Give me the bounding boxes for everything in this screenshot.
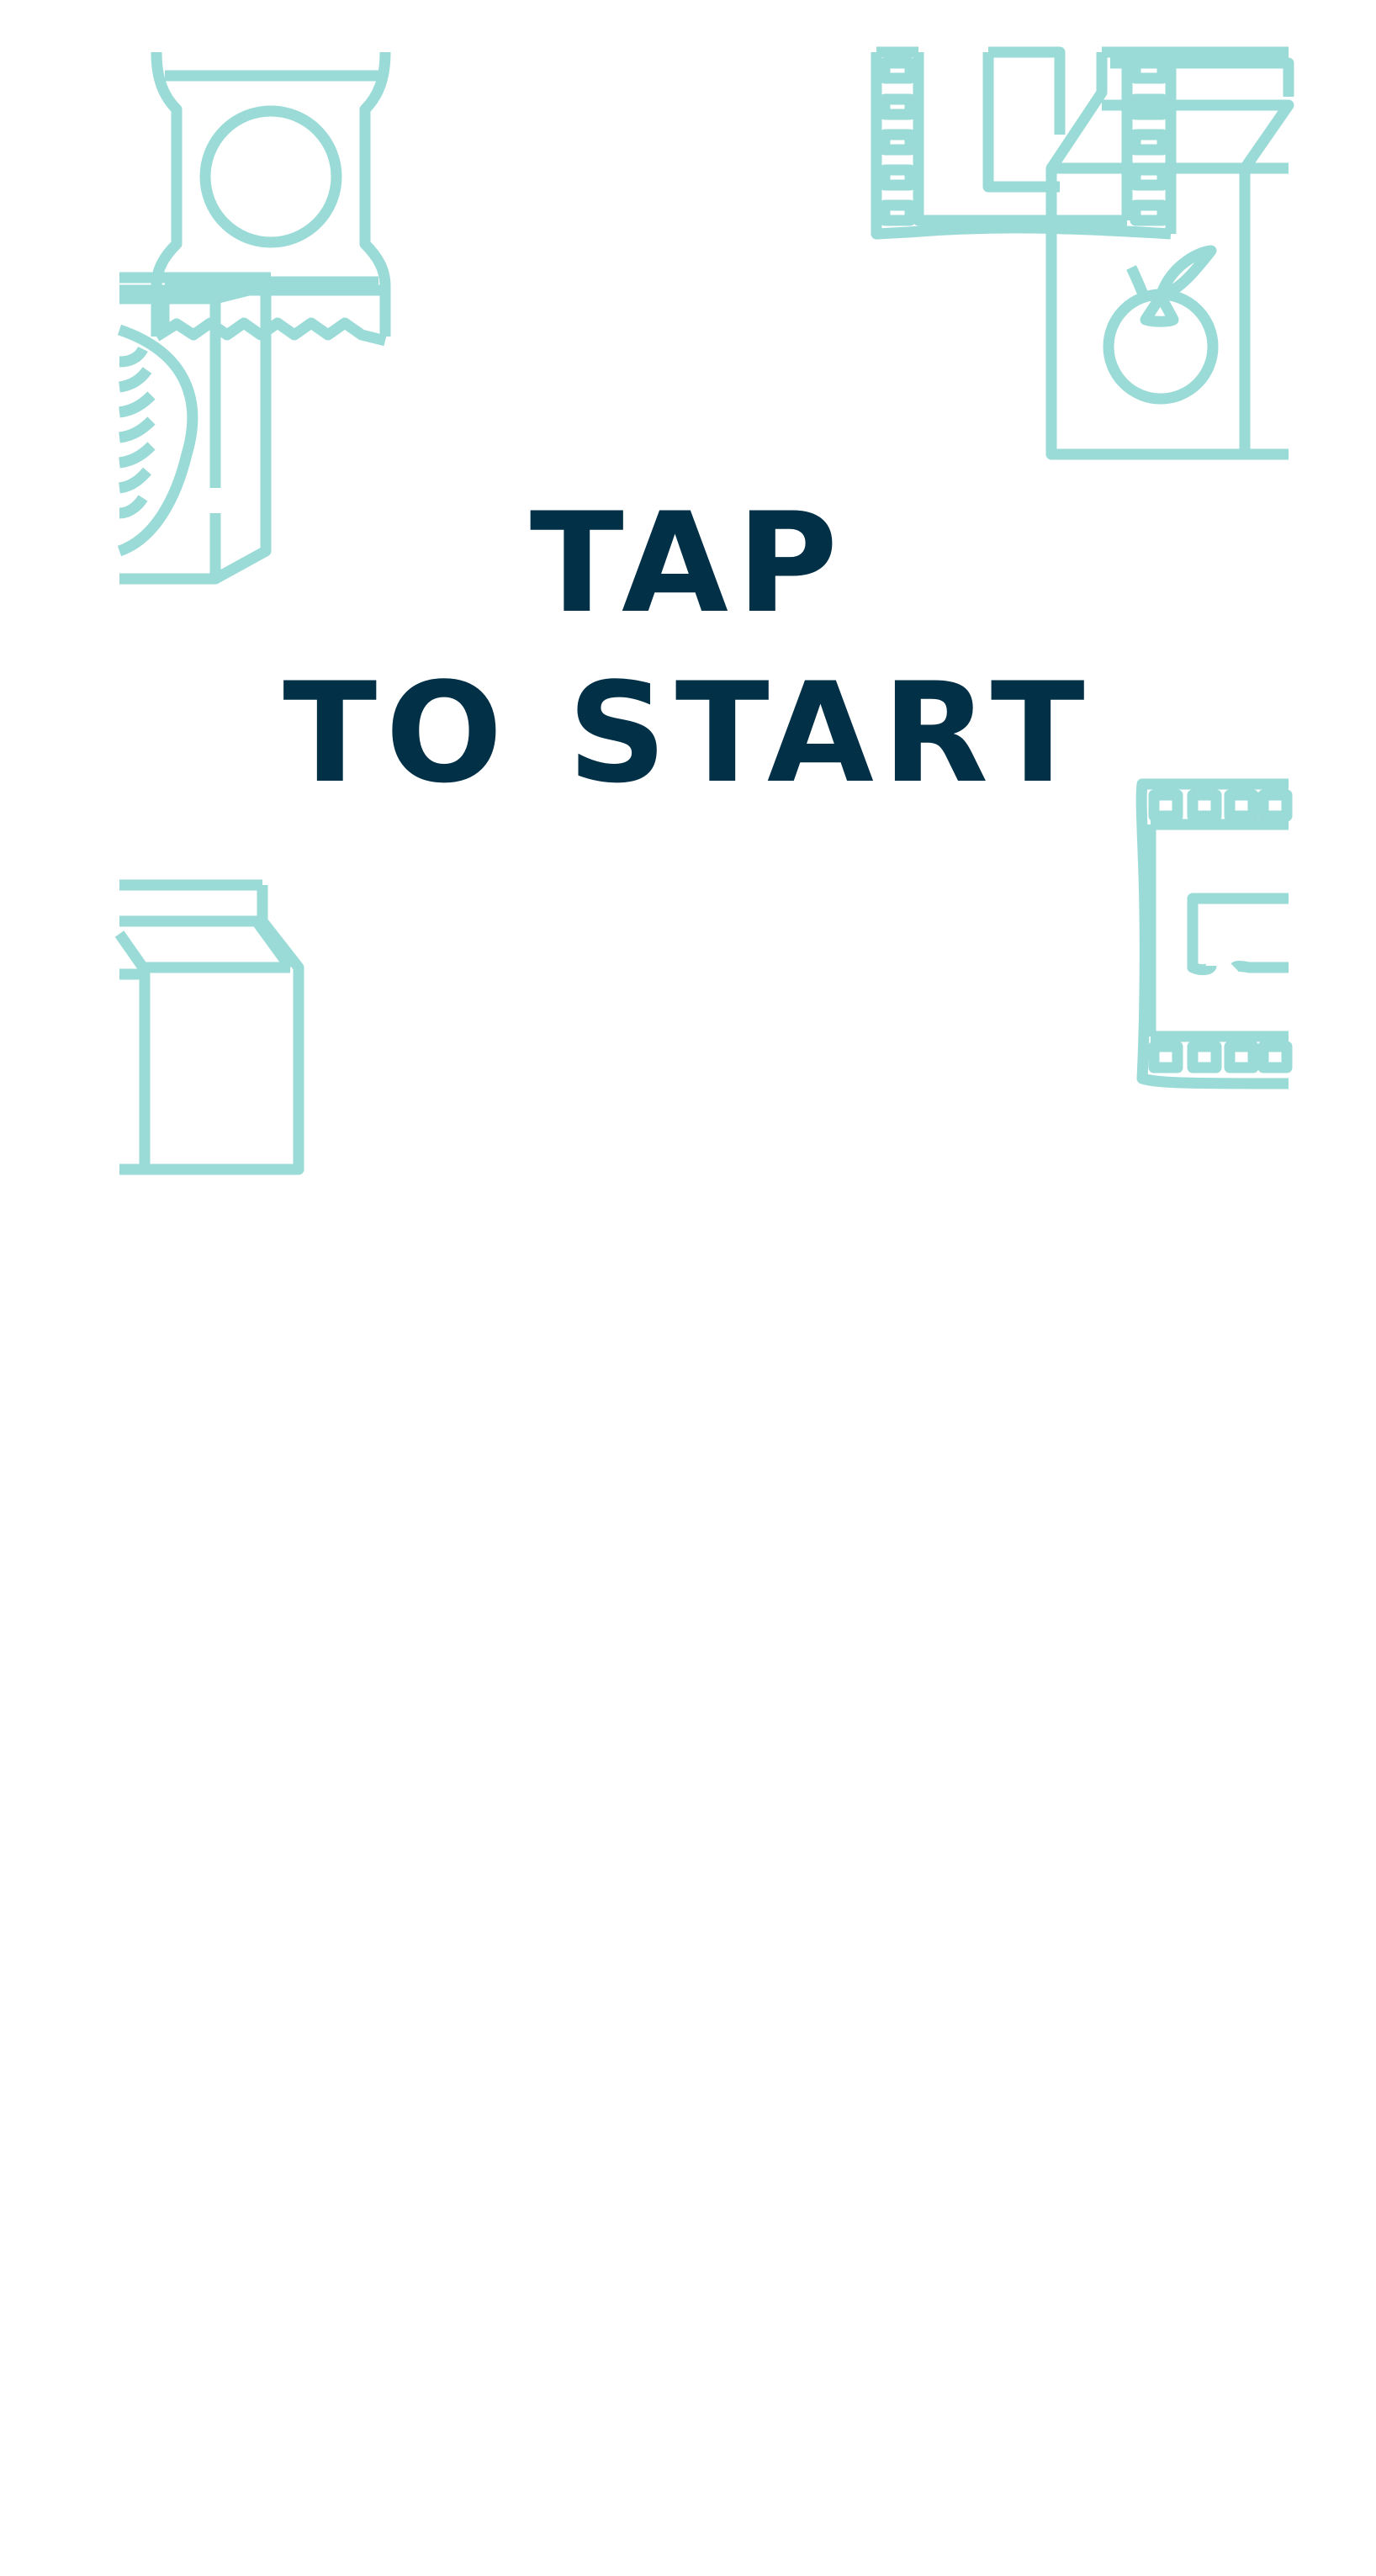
start-screen[interactable]: TAP TO START (0, 0, 1376, 2576)
tap-to-start-area[interactable] (0, 0, 1376, 2576)
